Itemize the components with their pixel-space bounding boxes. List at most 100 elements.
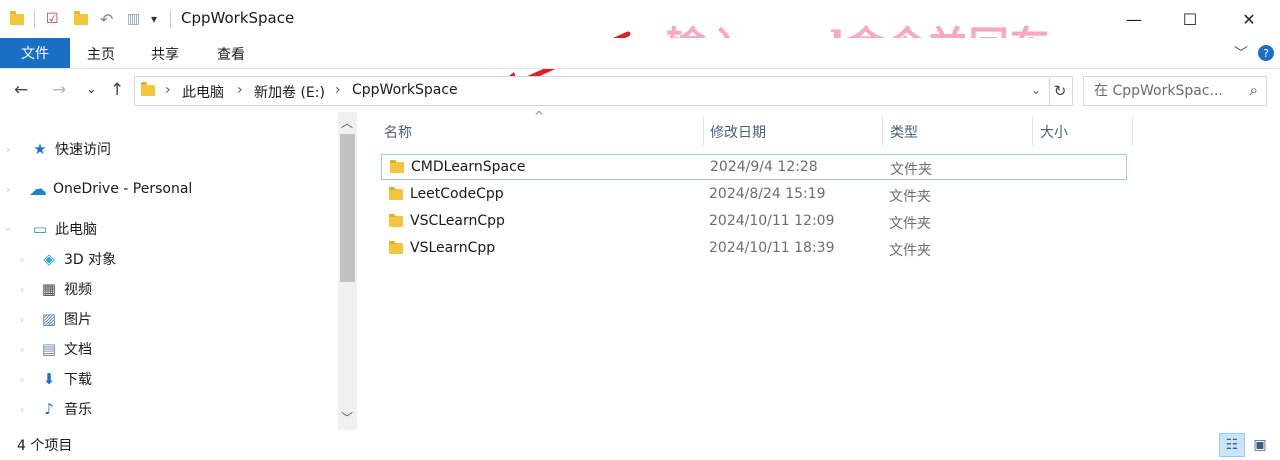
- folder-icon: [10, 9, 24, 29]
- minimize-button[interactable]: —: [1111, 0, 1157, 38]
- column-header-type[interactable]: 类型: [890, 122, 918, 142]
- nav-item-videos[interactable]: › ▦ 视频: [0, 275, 92, 303]
- folder-icon: [390, 160, 404, 173]
- breadcrumb-current[interactable]: CppWorkSpace: [352, 82, 458, 98]
- nav-item-onedrive[interactable]: › ☁ OneDrive - Personal: [0, 175, 192, 203]
- file-type: 文件夹: [889, 216, 931, 232]
- sort-ascending-icon: ^: [534, 109, 545, 123]
- title-bar: ☑ ↶ ▥ ▾ CppWorkSpace 输入cmd命令并回车 — ☐ ✕: [0, 0, 1280, 70]
- picture-icon: ▨: [41, 310, 57, 328]
- film-icon: ▦: [41, 280, 57, 298]
- chevron-right-icon[interactable]: ›: [20, 313, 24, 326]
- back-button[interactable]: ←: [14, 80, 28, 100]
- column-header-size[interactable]: 大小: [1040, 122, 1068, 142]
- computer-icon: ▭: [32, 220, 48, 238]
- column-header-date[interactable]: 修改日期: [710, 122, 766, 142]
- table-row[interactable]: CMDLearnSpace 2024/9/4 12:28 文件夹: [381, 154, 1127, 180]
- music-icon: ♪: [44, 400, 54, 418]
- column-divider[interactable]: [882, 116, 883, 146]
- help-button[interactable]: ?: [1258, 45, 1274, 61]
- star-icon: ★: [33, 140, 47, 158]
- nav-item-label: 视频: [64, 282, 92, 298]
- chevron-right-icon[interactable]: ›: [20, 343, 24, 356]
- file-name: CMDLearnSpace: [411, 159, 526, 175]
- breadcrumb-drive[interactable]: 新加卷 (E:): [254, 82, 325, 102]
- expand-ribbon-button[interactable]: ﹀: [1234, 43, 1248, 63]
- forward-button[interactable]: →: [52, 80, 66, 100]
- nav-item-pictures[interactable]: › ▨ 图片: [0, 305, 92, 333]
- nav-item-label: 文档: [64, 342, 92, 358]
- scroll-up-icon[interactable]: ︿: [341, 114, 353, 131]
- chevron-right-icon[interactable]: ›: [20, 373, 24, 386]
- file-name: VSCLearnCpp: [410, 213, 505, 229]
- chevron-right-icon[interactable]: ›: [6, 143, 10, 156]
- nav-item-3d-objects[interactable]: › ◈ 3D 对象: [0, 245, 116, 273]
- file-name: VSLearnCpp: [410, 240, 496, 256]
- table-row[interactable]: VSCLearnCpp 2024/10/11 12:09 文件夹: [381, 209, 1127, 235]
- chevron-right-icon[interactable]: ›: [20, 253, 24, 266]
- refresh-button[interactable]: ↻: [1048, 76, 1073, 106]
- file-date: 2024/9/4 12:28: [710, 159, 818, 175]
- table-row[interactable]: LeetCodeCpp 2024/8/24 15:19 文件夹: [381, 182, 1127, 208]
- file-type: 文件夹: [889, 189, 931, 205]
- nav-item-this-pc[interactable]: › ▭ 此电脑: [0, 215, 97, 243]
- details-view-button[interactable]: ☷: [1219, 433, 1245, 457]
- address-bar[interactable]: › 此电脑 › 新加卷 (E:) › CppWorkSpace ⌄: [134, 76, 1050, 106]
- nav-scrollbar[interactable]: ︿ ﹀: [338, 112, 357, 430]
- rename-icon[interactable]: ▥: [127, 9, 140, 29]
- breadcrumb-this-pc[interactable]: 此电脑: [182, 82, 224, 102]
- column-divider[interactable]: [1032, 116, 1033, 146]
- tab-file[interactable]: 文件: [0, 38, 70, 68]
- breadcrumb-separator: ›: [165, 82, 171, 98]
- window-title: CppWorkSpace: [181, 9, 295, 27]
- cube-icon: ◈: [43, 250, 55, 268]
- cloud-icon: ☁: [29, 178, 47, 200]
- recent-locations-button[interactable]: ⌄: [86, 82, 97, 97]
- nav-item-label: 音乐: [64, 402, 92, 418]
- new-folder-icon[interactable]: [74, 9, 88, 29]
- nav-item-label: 3D 对象: [64, 252, 117, 268]
- file-name: LeetCodeCpp: [410, 186, 504, 202]
- close-button[interactable]: ✕: [1226, 0, 1272, 38]
- properties-icon[interactable]: ☑: [46, 9, 59, 29]
- chevron-right-icon[interactable]: ›: [20, 283, 24, 296]
- folder-icon: [389, 187, 403, 200]
- nav-item-quick-access[interactable]: › ★ 快速访问: [0, 135, 111, 163]
- column-header-name[interactable]: 名称: [384, 122, 412, 142]
- up-button[interactable]: ↑: [110, 80, 124, 100]
- folder-icon: [389, 214, 403, 227]
- table-row[interactable]: VSLearnCpp 2024/10/11 18:39 文件夹: [381, 236, 1127, 262]
- nav-item-documents[interactable]: › ▤ 文档: [0, 335, 92, 363]
- large-icons-view-button[interactable]: ▣: [1247, 433, 1273, 457]
- scroll-down-icon[interactable]: ﹀: [341, 409, 353, 426]
- address-dropdown-button[interactable]: ⌄: [1031, 83, 1041, 97]
- search-icon[interactable]: ⌕: [1250, 81, 1258, 99]
- nav-item-label: OneDrive - Personal: [53, 181, 193, 197]
- divider: [34, 10, 35, 28]
- file-type: 文件夹: [889, 243, 931, 259]
- address-row: ← → ⌄ ↑ › 此电脑 › 新加卷 (E:) › CppWorkSpace …: [0, 72, 1280, 110]
- scrollbar-thumb[interactable]: [340, 134, 355, 282]
- nav-item-music[interactable]: › ♪ 音乐: [0, 395, 92, 423]
- folder-icon: [389, 241, 403, 254]
- download-icon: ⬇: [42, 370, 56, 388]
- nav-item-label: 下载: [64, 372, 92, 388]
- chevron-right-icon[interactable]: ›: [6, 183, 10, 196]
- chevron-right-icon[interactable]: ›: [20, 403, 24, 416]
- tab-view[interactable]: 查看: [217, 44, 245, 64]
- search-input[interactable]: [1092, 82, 1236, 100]
- file-date: 2024/8/24 15:19: [709, 186, 826, 202]
- customize-toolbar-button[interactable]: ▾: [151, 9, 157, 29]
- breadcrumb-separator: ›: [335, 82, 341, 98]
- item-count: 4 个项目: [17, 438, 73, 454]
- nav-item-label: 图片: [64, 312, 92, 328]
- nav-item-downloads[interactable]: › ⬇ 下载: [0, 365, 92, 393]
- search-box[interactable]: ⌕: [1083, 76, 1267, 106]
- maximize-button[interactable]: ☐: [1167, 0, 1213, 38]
- column-divider[interactable]: [703, 116, 704, 146]
- column-divider[interactable]: [1132, 116, 1133, 146]
- undo-icon[interactable]: ↶: [100, 9, 113, 29]
- tab-share[interactable]: 共享: [151, 44, 179, 64]
- tab-home[interactable]: 主页: [87, 44, 115, 64]
- chevron-down-icon[interactable]: ›: [2, 227, 15, 231]
